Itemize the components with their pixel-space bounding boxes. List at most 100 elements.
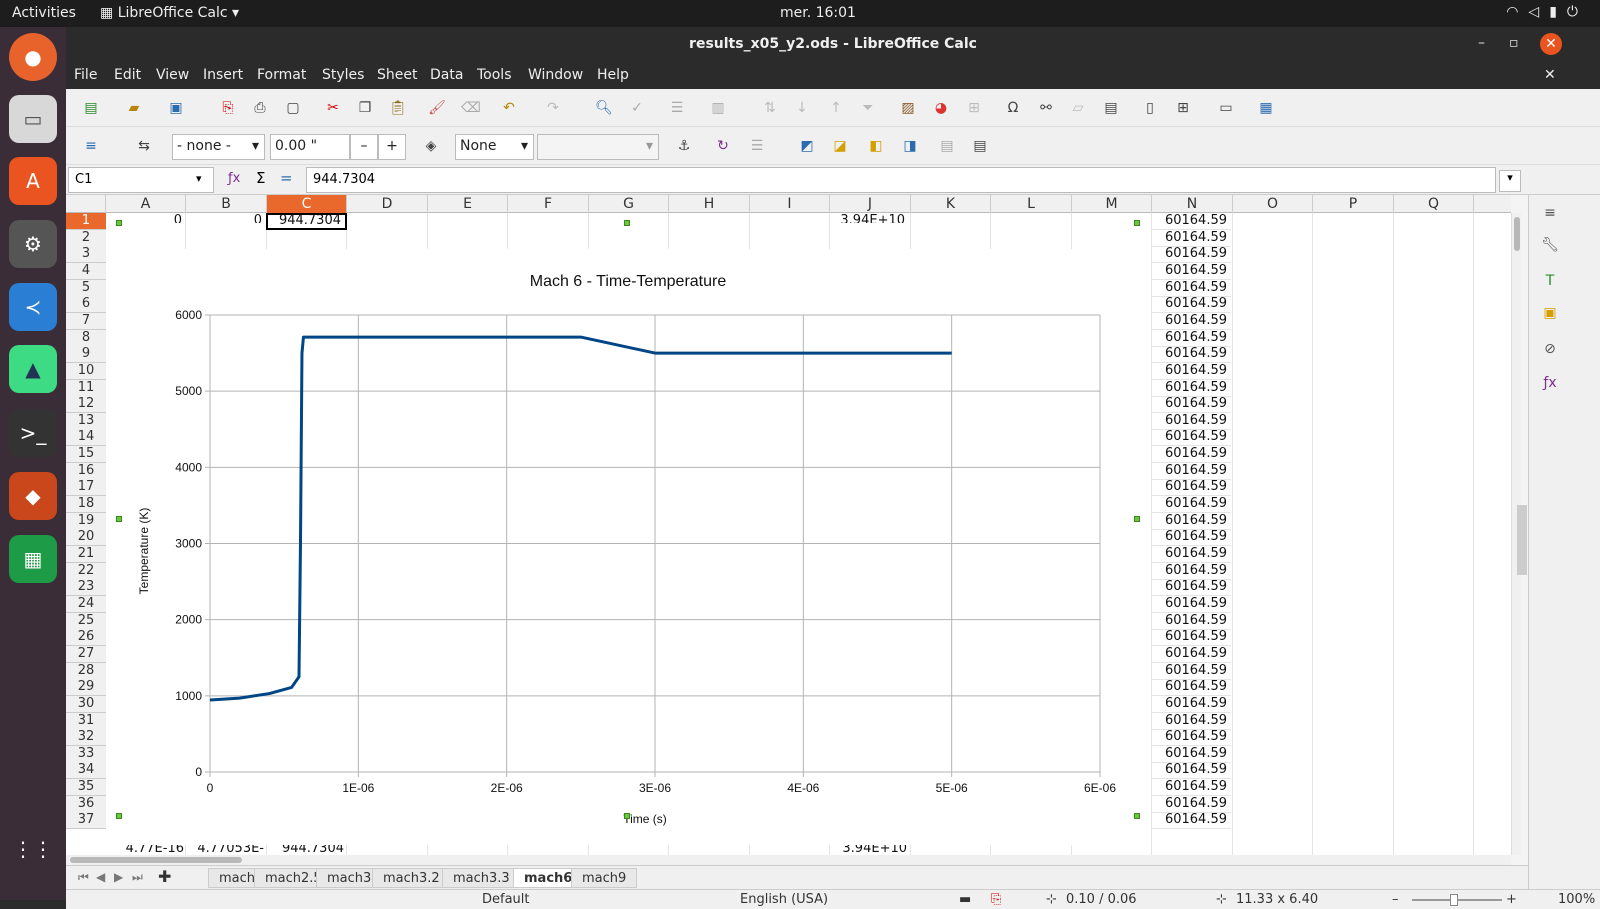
cell-c1-selected[interactable]: 944.7304 — [266, 213, 347, 230]
cell-n14[interactable]: 60164.59 — [1151, 429, 1231, 447]
menu-help[interactable]: Help — [597, 67, 629, 83]
cell-n25[interactable]: 60164.59 — [1151, 613, 1231, 630]
cut-icon[interactable]: ✂ — [322, 98, 344, 118]
column-header-q[interactable]: Q — [1394, 195, 1474, 213]
vscode-icon[interactable]: ≺ — [9, 283, 57, 331]
formula-icon[interactable]: = — [280, 169, 293, 187]
cell-n9[interactable]: 60164.59 — [1151, 346, 1231, 364]
undo-icon[interactable]: ↶ — [498, 98, 520, 118]
column-header-d[interactable]: D — [348, 195, 428, 213]
settings-icon[interactable]: ⚙ — [9, 220, 57, 268]
row-header-25[interactable]: 25 — [66, 612, 106, 630]
chart-handle-br[interactable] — [1134, 813, 1140, 819]
close-icon[interactable]: ✕ — [1540, 33, 1562, 55]
send-to-back-icon[interactable]: ◨ — [899, 136, 921, 156]
column-header-l[interactable]: L — [992, 195, 1072, 213]
row-header-35[interactable]: 35 — [66, 779, 106, 797]
cell-n7[interactable]: 60164.59 — [1151, 313, 1231, 330]
software-center-icon[interactable]: A — [9, 157, 57, 205]
menu-window[interactable]: Window — [528, 67, 583, 83]
column-header-e[interactable]: E — [428, 195, 508, 213]
row-header-5[interactable]: 5 — [66, 279, 106, 297]
cell-n6[interactable]: 60164.59 — [1151, 296, 1231, 314]
cell-n33[interactable]: 60164.59 — [1151, 746, 1231, 763]
menu-format[interactable]: Format — [257, 67, 306, 83]
cell-n11[interactable]: 60164.59 — [1151, 380, 1231, 397]
show-draw-functions-icon[interactable]: ▦ — [1255, 98, 1277, 118]
cell-n26[interactable]: 60164.59 — [1151, 629, 1231, 647]
row-header-32[interactable]: 32 — [66, 729, 106, 747]
row-header-14[interactable]: 14 — [66, 429, 106, 447]
properties-icon[interactable]: 🔧︎ — [1539, 237, 1561, 259]
cell-b1[interactable]: 0 — [186, 213, 266, 223]
headers-footers-icon[interactable]: ▤ — [1100, 98, 1122, 118]
cell-n21[interactable]: 60164.59 — [1151, 546, 1231, 563]
libreoffice-calc-icon[interactable]: ▦ — [9, 535, 57, 583]
cell-n27[interactable]: 60164.59 — [1151, 646, 1231, 663]
menu-tools[interactable]: Tools — [477, 67, 512, 83]
copy-icon[interactable]: ❐ — [354, 98, 376, 118]
special-character-icon[interactable]: Ω — [1002, 98, 1024, 118]
row-header-2[interactable]: 2 — [66, 229, 106, 247]
autofilter-icon[interactable]: ⏷ — [857, 98, 879, 118]
name-box[interactable]: C1 — [68, 167, 214, 193]
menu-sheet[interactable]: Sheet — [377, 67, 417, 83]
maximize-icon[interactable]: ▫ — [1509, 35, 1519, 51]
comment-icon[interactable]: ▱ — [1067, 98, 1089, 118]
cell-n31[interactable]: 60164.59 — [1151, 713, 1231, 730]
area-fill-select[interactable]: ▾ — [537, 134, 659, 160]
chart-handle-bl[interactable] — [116, 813, 122, 819]
area-style-select[interactable]: None ▾ — [455, 134, 534, 160]
last-sheet-icon[interactable]: ⏭ — [132, 870, 143, 885]
sort-icon[interactable]: ⇅ — [759, 98, 781, 118]
cell-n10[interactable]: 60164.59 — [1151, 363, 1231, 380]
column-header-n[interactable]: N — [1153, 195, 1233, 213]
terminal-icon[interactable]: >_ — [9, 409, 57, 457]
cell-n15[interactable]: 60164.59 — [1151, 446, 1231, 464]
clone-formatting-icon[interactable]: 🖌︎ — [426, 98, 448, 118]
app-menu[interactable]: ▦ LibreOffice Calc ▾ — [100, 5, 239, 21]
row-header-10[interactable]: 10 — [66, 362, 106, 380]
row-header-26[interactable]: 26 — [66, 629, 106, 647]
cell-n4[interactable]: 60164.59 — [1151, 263, 1231, 280]
row-header-18[interactable]: 18 — [66, 496, 106, 514]
cell-n23[interactable]: 60164.59 — [1151, 579, 1231, 597]
cell-n28[interactable]: 60164.59 — [1151, 663, 1231, 680]
row-header-13[interactable]: 13 — [66, 412, 106, 430]
print-icon[interactable]: ⎙ — [249, 98, 271, 118]
to-foreground-icon[interactable]: ▤ — [936, 136, 958, 156]
row-header-12[interactable]: 12 — [66, 396, 106, 414]
menu-view[interactable]: View — [156, 67, 189, 83]
column-header-g[interactable]: G — [589, 195, 669, 213]
sidebar-collapse-handle[interactable] — [1517, 505, 1527, 575]
cell-n3[interactable]: 60164.59 — [1151, 246, 1231, 264]
rotate-icon[interactable]: ↻ — [712, 136, 734, 156]
cell-n1[interactable]: 60164.59 — [1151, 213, 1231, 230]
cell-n8[interactable]: 60164.59 — [1151, 330, 1231, 347]
sum-icon[interactable]: Σ — [256, 169, 265, 187]
sheet-tab-mach3-3[interactable]: mach3.3 — [442, 868, 521, 888]
row-header-23[interactable]: 23 — [66, 579, 106, 597]
row-icon[interactable]: ☰ — [666, 98, 688, 118]
function-wizard-icon[interactable]: ƒx — [228, 171, 240, 186]
horizontal-scrollbar[interactable] — [66, 855, 1511, 865]
row-header-6[interactable]: 6 — [66, 296, 106, 314]
menu-edit[interactable]: Edit — [114, 67, 141, 83]
menu-insert[interactable]: Insert — [203, 67, 243, 83]
minimize-icon[interactable]: – — [1478, 35, 1485, 51]
column-header-h[interactable]: H — [670, 195, 750, 213]
row-header-11[interactable]: 11 — [66, 379, 106, 397]
column-header-p[interactable]: P — [1314, 195, 1394, 213]
cell-n19[interactable]: 60164.59 — [1151, 513, 1231, 530]
row-header-9[interactable]: 9 — [66, 346, 106, 364]
row-header-24[interactable]: 24 — [66, 595, 106, 613]
send-backward-icon[interactable]: ◧ — [865, 136, 887, 156]
styles-icon[interactable]: T — [1539, 273, 1561, 295]
cell-n24[interactable]: 60164.59 — [1151, 596, 1231, 613]
zoom-slider-thumb[interactable] — [1450, 894, 1458, 906]
cell-n13[interactable]: 60164.59 — [1151, 413, 1231, 430]
column-header-f[interactable]: F — [509, 195, 589, 213]
sidebar-menu-icon[interactable]: ≡ — [1539, 205, 1561, 227]
cell-n12[interactable]: 60164.59 — [1151, 396, 1231, 414]
chart-handle-tr[interactable] — [1134, 220, 1140, 226]
